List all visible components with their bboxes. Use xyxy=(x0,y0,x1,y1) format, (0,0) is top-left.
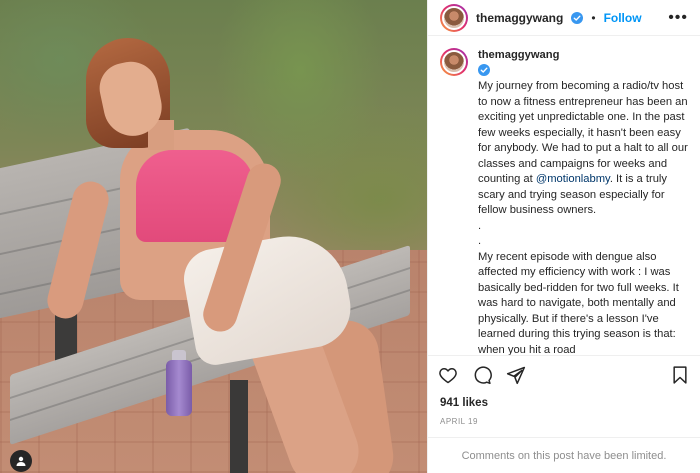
bench-leg xyxy=(230,380,248,473)
caption: themaggywang My journey from becoming a … xyxy=(478,48,690,355)
more-icon[interactable]: ••• xyxy=(668,9,688,27)
post-side-panel: themaggywang • Follow ••• themaggywang M… xyxy=(427,0,700,473)
post-header: themaggywang • Follow ••• xyxy=(428,0,700,36)
comments-limited-notice: Comments on this post have been limited. xyxy=(428,437,700,473)
caption-avatar[interactable] xyxy=(440,48,468,76)
caption-username[interactable]: themaggywang xyxy=(478,49,559,61)
verified-badge-icon xyxy=(478,63,490,76)
post-photo[interactable] xyxy=(0,0,427,473)
user-tag-icon[interactable] xyxy=(10,450,32,472)
heart-icon[interactable] xyxy=(438,365,458,385)
comment-icon[interactable] xyxy=(472,365,492,385)
follow-button[interactable]: Follow xyxy=(604,11,642,25)
caption-text: My journey from becoming a radio/tv host… xyxy=(478,80,688,185)
instagram-post: themaggywang • Follow ••• themaggywang M… xyxy=(0,0,700,473)
header-username[interactable]: themaggywang xyxy=(476,11,563,25)
post-date[interactable]: APRIL 19 xyxy=(428,413,700,437)
caption-text: . It is a truly scary and trying season … xyxy=(478,173,679,355)
bookmark-icon[interactable] xyxy=(670,365,690,385)
avatar[interactable] xyxy=(440,3,468,32)
comments-area[interactable]: themaggywang My journey from becoming a … xyxy=(428,36,700,355)
purple-bottle xyxy=(166,360,192,416)
likes-count[interactable]: 941 likes xyxy=(428,393,700,413)
share-icon[interactable] xyxy=(506,365,526,385)
action-bar xyxy=(428,355,700,393)
separator-dot: • xyxy=(591,10,596,25)
mention-link[interactable]: @motionlabmy xyxy=(536,173,610,185)
verified-badge-icon xyxy=(571,11,584,24)
